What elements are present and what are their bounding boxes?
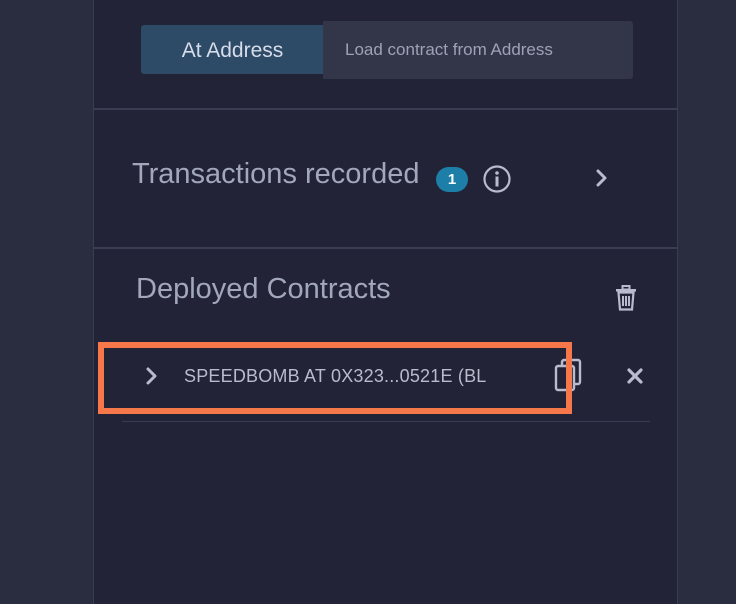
address-input[interactable] bbox=[323, 21, 633, 79]
info-circle-icon[interactable] bbox=[482, 164, 512, 194]
section-divider bbox=[94, 247, 677, 249]
app-root: At Address Transactions recorded 1 Deplo… bbox=[0, 0, 736, 604]
trash-icon[interactable] bbox=[615, 285, 637, 311]
chevron-right-icon[interactable] bbox=[595, 168, 609, 188]
transactions-count-badge: 1 bbox=[436, 167, 468, 192]
deploy-run-panel: At Address Transactions recorded 1 Deplo… bbox=[93, 0, 678, 604]
deployed-contracts-title: Deployed Contracts bbox=[136, 273, 391, 305]
close-icon[interactable] bbox=[626, 367, 644, 385]
at-address-button[interactable]: At Address bbox=[141, 25, 324, 74]
row-divider bbox=[122, 421, 650, 422]
deployed-contract-item[interactable]: SPEEDBOMB AT 0X323...0521E (BL bbox=[94, 342, 677, 414]
section-divider bbox=[94, 108, 677, 110]
transactions-recorded-title[interactable]: Transactions recorded bbox=[132, 158, 419, 191]
chevron-right-icon[interactable] bbox=[145, 366, 159, 386]
copy-icon[interactable] bbox=[554, 358, 584, 392]
contract-instance-label[interactable]: SPEEDBOMB AT 0X323...0521E (BL bbox=[184, 366, 487, 387]
